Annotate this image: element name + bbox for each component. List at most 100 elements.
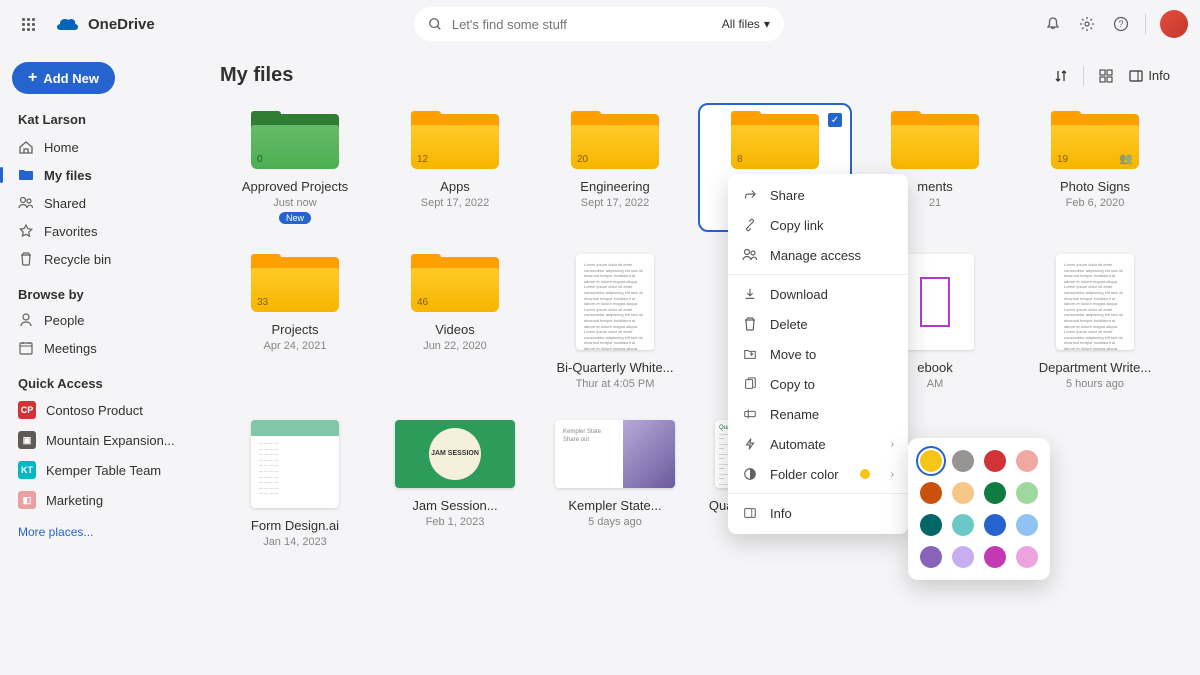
item-meta: Just now <box>273 197 316 209</box>
menu-item-rename[interactable]: Rename <box>728 399 908 429</box>
quick-access-item[interactable]: CPContoso Product <box>12 395 190 425</box>
item-meta: Feb 1, 2023 <box>426 516 485 528</box>
color-swatch[interactable] <box>920 482 942 504</box>
user-name: Kat Larson <box>12 94 190 133</box>
menu-item-move-to[interactable]: Move to <box>728 339 908 369</box>
calendar-icon <box>18 340 34 356</box>
search-box[interactable]: All files ▾ <box>414 7 784 41</box>
nav-item-home[interactable]: Home <box>12 133 190 161</box>
svg-text:?: ? <box>1118 19 1123 29</box>
main-content: My files Info 0 Approved Projects Just n… <box>190 48 1200 675</box>
team-badge: ▣ <box>18 431 36 449</box>
color-swatch[interactable] <box>1016 450 1038 472</box>
folder-item[interactable]: 12 Apps Sept 17, 2022 <box>380 105 530 230</box>
folder-item[interactable]: 20 Engineering Sept 17, 2022 <box>540 105 690 230</box>
menu-item-info[interactable]: Info <box>728 498 908 528</box>
color-swatch[interactable] <box>984 450 1006 472</box>
item-meta: Feb 6, 2020 <box>1066 197 1125 209</box>
nav-item-recycle-bin[interactable]: Recycle bin <box>12 245 190 273</box>
color-swatch[interactable] <box>920 450 942 472</box>
quick-access-item[interactable]: ◧Marketing <box>12 485 190 515</box>
file-item[interactable]: Lorem ipsum dolor sit amet consectetur a… <box>1020 248 1170 396</box>
search-icon <box>428 17 442 31</box>
star-icon <box>18 223 34 239</box>
color-swatch[interactable] <box>1016 482 1038 504</box>
link-icon <box>742 217 758 233</box>
presentation-thumb: JAM SESSION <box>395 420 515 488</box>
item-meta: Sept 17, 2022 <box>581 197 650 209</box>
page-title: My files <box>220 64 293 87</box>
notifications-icon[interactable] <box>1043 14 1063 34</box>
add-new-button[interactable]: + Add New <box>12 62 115 94</box>
more-places-link[interactable]: More places... <box>12 515 190 549</box>
menu-item-copy-to[interactable]: Copy to <box>728 369 908 399</box>
info-button[interactable]: Info <box>1128 68 1170 84</box>
folder-item[interactable]: 46 Videos Jun 22, 2020 <box>380 248 530 396</box>
team-badge: KT <box>18 461 36 479</box>
trash-icon <box>18 251 34 267</box>
folder-item[interactable]: 0 Approved Projects Just now New <box>220 105 370 230</box>
file-item[interactable]: Kempler StateShare out Kempler State... … <box>540 414 690 554</box>
presentation-thumb: Kempler StateShare out <box>555 420 675 488</box>
color-swatch[interactable] <box>952 450 974 472</box>
item-name: Videos <box>435 322 475 337</box>
color-swatch[interactable] <box>984 514 1006 536</box>
file-item[interactable]: — — — —— — — —— — — —— — — —— — — —— — —… <box>220 414 370 554</box>
menu-item-manage-access[interactable]: Manage access <box>728 240 908 270</box>
menu-item-share[interactable]: Share <box>728 180 908 210</box>
item-meta: 5 days ago <box>588 516 642 528</box>
color-swatch[interactable] <box>920 514 942 536</box>
view-grid-button[interactable] <box>1098 68 1114 84</box>
sidebar: + Add New Kat Larson HomeMy filesSharedF… <box>0 48 190 675</box>
sort-button[interactable] <box>1053 68 1069 84</box>
color-swatch[interactable] <box>1016 514 1038 536</box>
folder-item[interactable]: 19 👥 Photo Signs Feb 6, 2020 <box>1020 105 1170 230</box>
settings-icon[interactable] <box>1077 14 1097 34</box>
context-menu: ShareCopy linkManage access DownloadDelet… <box>728 174 908 534</box>
shared-icon: 👥 <box>1119 152 1133 165</box>
nav-item-favorites[interactable]: Favorites <box>12 217 190 245</box>
quick-access-item[interactable]: ▣Mountain Expansion... <box>12 425 190 455</box>
menu-item-automate[interactable]: Automate› <box>728 429 908 459</box>
color-dot <box>860 469 870 479</box>
menu-item-download[interactable]: Download <box>728 279 908 309</box>
quick-access-label: Quick Access <box>12 362 190 395</box>
chevron-right-icon: › <box>891 439 894 450</box>
browse-item-people[interactable]: People <box>12 306 190 334</box>
color-swatch[interactable] <box>984 482 1006 504</box>
item-name: Projects <box>272 322 319 337</box>
color-swatch[interactable] <box>952 482 974 504</box>
header: OneDrive All files ▾ ? <box>0 0 1200 48</box>
user-avatar[interactable] <box>1160 10 1188 38</box>
team-badge: CP <box>18 401 36 419</box>
file-item[interactable]: Lorem ipsum dolor sit amet consectetur a… <box>540 248 690 396</box>
color-swatch[interactable] <box>1016 546 1038 568</box>
people-icon <box>18 195 34 211</box>
chevron-right-icon: › <box>891 469 894 480</box>
item-meta: Apr 24, 2021 <box>264 340 327 352</box>
color-swatch[interactable] <box>952 546 974 568</box>
nav-item-shared[interactable]: Shared <box>12 189 190 217</box>
help-icon[interactable]: ? <box>1111 14 1131 34</box>
color-swatch[interactable] <box>984 546 1006 568</box>
folder-icon: 46 <box>411 254 499 312</box>
color-swatch[interactable] <box>952 514 974 536</box>
quick-access-item[interactable]: KTKemper Table Team <box>12 455 190 485</box>
new-badge: New <box>279 212 311 224</box>
browse-item-meetings[interactable]: Meetings <box>12 334 190 362</box>
item-name: ebook <box>917 360 952 375</box>
menu-item-copy-link[interactable]: Copy link <box>728 210 908 240</box>
logo[interactable]: OneDrive <box>56 16 155 33</box>
app-name: OneDrive <box>88 16 155 33</box>
folder-item[interactable]: 33 Projects Apr 24, 2021 <box>220 248 370 396</box>
menu-item-folder-color[interactable]: Folder color› <box>728 459 908 489</box>
folder-icon <box>18 167 34 183</box>
app-launcher-icon[interactable] <box>12 8 44 40</box>
search-input[interactable] <box>452 17 712 32</box>
nav-item-my-files[interactable]: My files <box>12 161 190 189</box>
search-filter-dropdown[interactable]: All files ▾ <box>722 17 770 31</box>
menu-item-delete[interactable]: Delete <box>728 309 908 339</box>
file-item[interactable]: JAM SESSION Jam Session... Feb 1, 2023 <box>380 414 530 554</box>
item-name: Engineering <box>580 179 649 194</box>
color-swatch[interactable] <box>920 546 942 568</box>
